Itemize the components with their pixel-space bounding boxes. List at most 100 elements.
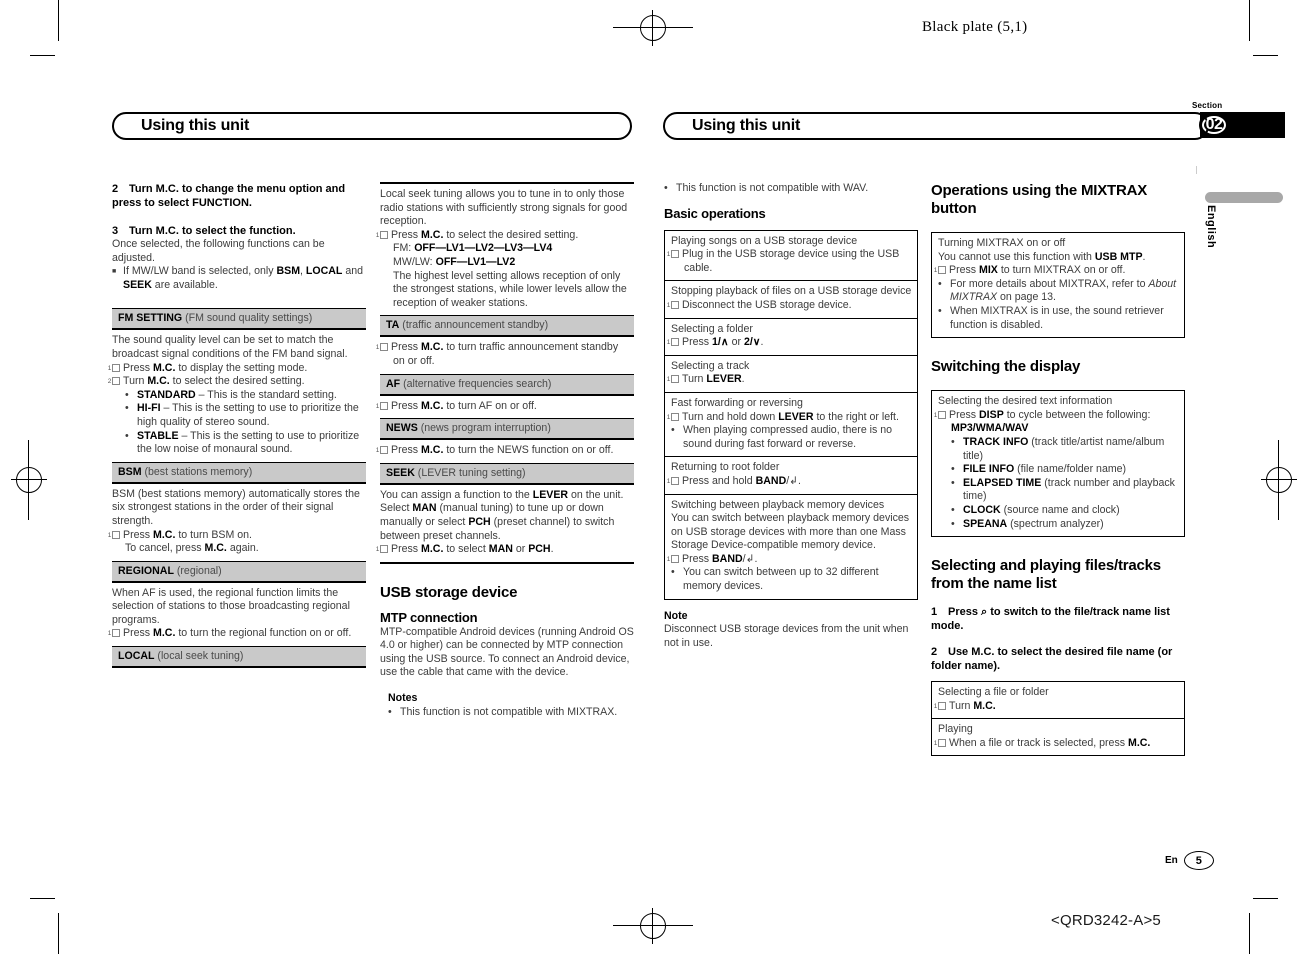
fm-setting-body: The sound quality level can be set to ma… <box>108 330 366 461</box>
step-marker-1: 1 <box>667 476 679 485</box>
display-option-clock: CLOCK (source name and clock) <box>951 504 1179 518</box>
table-row: Selecting a track 1 Turn LEVER. <box>665 356 917 393</box>
t: FM: <box>393 242 415 255</box>
t: Press <box>949 408 980 421</box>
step-3: 3 Turn M.C. to select the function. <box>112 224 366 238</box>
row-step: 1 Disconnect the USB storage device. <box>667 299 912 313</box>
t: FILE INFO <box>963 463 1015 476</box>
t: SEEK <box>386 466 415 479</box>
t: to turn the regional function on or off. <box>175 627 352 640</box>
seek-text-2: Select MAN (manual tuning) to tune up or… <box>380 502 632 543</box>
running-head-right: Using this unit <box>663 112 1209 140</box>
crop-mark-top-right-h <box>1253 55 1278 57</box>
t: to display the setting mode. <box>175 361 308 374</box>
crop-mark-bottom-right-h <box>1253 898 1278 900</box>
t: /↲. <box>786 474 801 487</box>
t: PCH <box>528 543 551 556</box>
language-bar <box>1205 192 1283 203</box>
section-header-regional: REGIONAL (regional) <box>112 560 366 583</box>
crop-mark-top-left-v <box>58 0 60 41</box>
black-plate-label: Black plate (5,1) <box>922 19 1028 35</box>
section-header-seek: SEEK (LEVER tuning setting) <box>380 462 634 485</box>
column-3: This function is not compatible with WAV… <box>664 182 918 650</box>
t: are available. <box>151 278 218 291</box>
running-head-left: Using this unit <box>112 112 632 140</box>
t: – This is the setting to use to prioriti… <box>137 402 359 428</box>
t: M.C. <box>421 341 444 354</box>
local-note: The highest level setting allows recepti… <box>393 269 627 309</box>
row-format: MP3/WMA/WAV <box>951 422 1029 435</box>
t: BSM <box>276 265 301 278</box>
section-header-news: NEWS (news program interruption) <box>380 418 634 441</box>
section-number-text: 02 <box>1205 116 1223 133</box>
fm-setting-text: The sound quality level can be set to ma… <box>112 334 348 360</box>
t: Press <box>391 543 422 556</box>
t: on the unit. <box>568 488 624 501</box>
t: You cannot use this function with <box>938 250 1095 263</box>
row-step: 1 When a file or track is selected, press… <box>934 736 1179 751</box>
regional-text: When AF is used, the regional function l… <box>112 586 350 626</box>
table-row: Stopping playback of files on a USB stor… <box>665 281 917 319</box>
t: Press <box>123 627 154 640</box>
t: /↲. <box>742 552 758 565</box>
page-number-block: En 5 <box>1165 851 1214 870</box>
t: Press <box>948 606 982 619</box>
bsm-step-1-cancel: To cancel, press M.C. again. <box>112 542 364 556</box>
name-list-step-2: 2 Use M.C. to select the desired file nam… <box>931 645 1185 673</box>
fm-option-stable: STABLE – This is the setting to use to p… <box>125 430 364 457</box>
t: M.C. <box>973 699 996 712</box>
running-head-left-text: Using this unit <box>141 117 250 134</box>
row-bullet-1: For more details about MIXTRAX, refer to… <box>938 278 1179 305</box>
table-row: Turning MIXTRAX on or off You cannot use… <box>932 233 1184 337</box>
t: to the right or left. <box>813 410 899 423</box>
table-row: Playing songs on a USB storage device 1P… <box>665 231 917 282</box>
row-step: 1 Press and hold BAND/↲. <box>667 474 912 489</box>
crop-mark-top-left-h <box>30 55 55 57</box>
t: M.C. <box>1128 736 1151 749</box>
language-label: English <box>1205 205 1217 249</box>
row-bullet: When playing compressed audio, there is … <box>671 424 912 451</box>
t: Turn <box>949 699 974 712</box>
tick-line <box>1196 166 1197 174</box>
t: (news program interruption) <box>417 422 551 435</box>
t: FM SETTING <box>118 312 183 325</box>
step-marker-1: 1 <box>108 629 120 638</box>
wav-note-bullet: This function is not compatible with WAV… <box>664 182 918 196</box>
section-label: Section <box>1192 101 1223 110</box>
crop-mark-bottom-left-v <box>58 913 60 954</box>
regional-body: When AF is used, the regional function l… <box>108 583 366 646</box>
t: Select <box>380 502 413 515</box>
step-marker-1: 1 <box>667 554 679 563</box>
row-bullet-2: When MIXTRAX is in use, the sound retrie… <box>938 305 1179 332</box>
step-marker-1: 1 <box>934 738 946 747</box>
row-step: 1 Press BAND/↲. <box>667 552 912 567</box>
t: For more details about MIXTRAX, refer to <box>950 277 1149 290</box>
step-3-body: Once selected, the following functions c… <box>112 238 325 264</box>
t: again. <box>226 542 259 555</box>
note-body: Disconnect USB storage devices from the … <box>664 623 909 649</box>
notes-bullet: This function is not compatible with MIX… <box>388 706 634 720</box>
af-step-1: 1 Press M.C. to turn AF on or off. <box>376 400 632 414</box>
t: SPEANA <box>963 517 1008 530</box>
notes-label: Notes <box>388 692 418 705</box>
mtp-notes: Notes This function is not compatible wi… <box>380 692 634 719</box>
step-marker-1: 1 <box>108 530 120 539</box>
step-marker-1: 1 <box>376 446 388 455</box>
t: Press <box>123 528 154 541</box>
row-step: 1 Press MIX to turn MIXTRAX on or off. <box>934 264 1179 278</box>
t: TA <box>386 319 400 332</box>
t: Press <box>682 336 713 349</box>
column-2: Local seek tuning allows you to tune in … <box>376 182 634 719</box>
section-header-fm-setting: FM SETTING (FM sound quality settings) <box>112 308 366 331</box>
t: MAN <box>488 543 513 556</box>
table-row: Switching between playback memory device… <box>665 495 917 599</box>
registration-mark-left <box>11 440 47 520</box>
t: . <box>550 543 554 556</box>
t: Press <box>123 361 154 374</box>
table-row: Playing 1 When a file or track is selecte… <box>932 719 1184 755</box>
t: OFF—LV1—LV2 <box>435 255 516 268</box>
t: (local seek tuning) <box>154 650 244 663</box>
t: M.C. <box>147 375 170 388</box>
regional-step-1: 1 Press M.C. to turn the regional functio… <box>108 627 364 641</box>
news-body: 1 Press M.C. to turn the NEWS function on… <box>376 440 634 463</box>
